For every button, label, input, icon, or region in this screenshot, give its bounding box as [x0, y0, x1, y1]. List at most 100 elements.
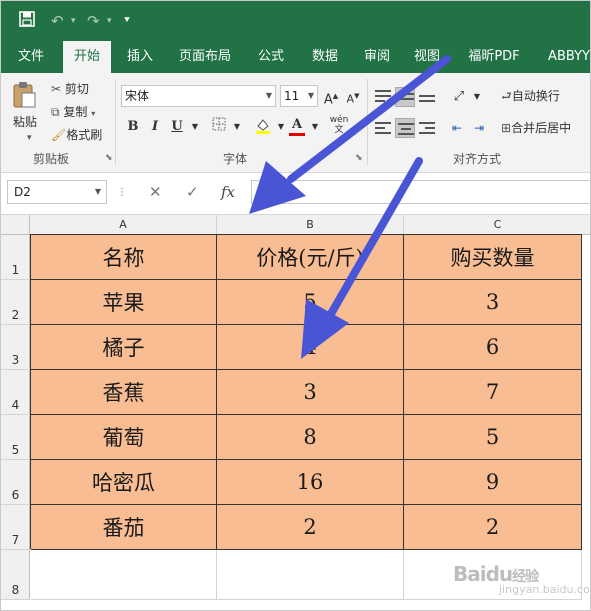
format-painter-button[interactable]: 🖌格式刷 — [51, 126, 102, 143]
borders-icon[interactable] — [209, 117, 229, 137]
tab-foxit-pdf[interactable]: 福昕PDF — [459, 41, 529, 73]
empty-cell[interactable] — [217, 550, 404, 600]
insert-function-icon[interactable]: fx — [221, 183, 235, 201]
font-size-combo[interactable]: 11 ▼ — [280, 85, 318, 107]
row-header[interactable]: 1 — [1, 235, 30, 280]
orientation-icon[interactable]: ⤢ — [449, 87, 469, 107]
table-cell[interactable]: 4 — [217, 325, 404, 370]
paste-icon[interactable] — [11, 81, 37, 112]
redo-dropdown-icon[interactable]: ▾ — [107, 11, 112, 31]
tab-review[interactable]: 审阅 — [357, 41, 397, 73]
header-cell[interactable]: 名称 — [31, 235, 217, 280]
formula-bar-grip-icon: ⋮ — [117, 187, 127, 198]
paste-dropdown-icon[interactable]: ▾ — [27, 133, 32, 143]
copy-button[interactable]: ⧉ 复制 ▾ — [51, 103, 95, 120]
phonetic-guide-icon[interactable]: wén 文 — [329, 115, 349, 135]
bold-button[interactable]: B — [123, 117, 143, 137]
tab-view[interactable]: 视图 — [407, 41, 447, 73]
tab-data[interactable]: 数据 — [303, 41, 347, 73]
font-name-value: 宋体 — [125, 89, 150, 103]
row-header[interactable]: 4 — [1, 370, 30, 415]
chevron-down-icon: ▼ — [265, 91, 272, 100]
tab-formulas[interactable]: 公式 — [249, 41, 293, 73]
tab-home[interactable]: 开始 — [63, 41, 111, 74]
undo-dropdown-icon[interactable]: ▾ — [71, 11, 76, 31]
shrink-font-button[interactable]: A▼ — [343, 86, 363, 106]
table-cell[interactable]: 6 — [404, 325, 582, 370]
wrap-text-label: 自动换行 — [511, 89, 560, 103]
table-cell[interactable]: 16 — [217, 460, 404, 505]
align-bottom-icon[interactable] — [417, 87, 437, 107]
row-header[interactable]: 7 — [1, 505, 30, 550]
increase-indent-icon[interactable]: ⇥ — [469, 118, 489, 138]
undo-icon[interactable]: ↶ — [51, 11, 64, 31]
ribbon: 粘贴 ▾ ✂ 剪切 ⧉ 复制 ▾ 🖌格式刷 剪贴板 ⬊ 宋体 ▼ 11 ▼ A▲ A… — [1, 73, 590, 173]
format-painter-label: 格式刷 — [66, 128, 103, 142]
orientation-dropdown-icon[interactable]: ▼ — [467, 87, 487, 107]
font-launcher-icon[interactable]: ⬊ — [355, 153, 363, 163]
grow-font-button[interactable]: A▲ — [321, 86, 341, 107]
table-cell[interactable]: 3 — [404, 280, 582, 325]
table-cell[interactable]: 8 — [217, 415, 404, 460]
font-name-combo[interactable]: 宋体 ▼ — [121, 85, 276, 107]
name-box[interactable]: D2 ▼ — [7, 180, 107, 204]
tab-abbyy[interactable]: ABBYY — [539, 41, 590, 73]
tab-file[interactable]: 文件 — [9, 41, 53, 73]
baidu-watermark: Baidu经验 jingyan.baidu.com — [453, 562, 590, 596]
header-cell[interactable]: 购买数量 — [404, 235, 582, 280]
decrease-indent-icon[interactable]: ⇤ — [447, 118, 467, 138]
table-cell[interactable]: 5 — [404, 415, 582, 460]
align-middle-icon[interactable] — [395, 87, 415, 107]
column-header-a[interactable]: A — [30, 215, 217, 235]
row-header[interactable]: 3 — [1, 325, 30, 370]
column-header-c[interactable]: C — [404, 215, 590, 235]
cut-button[interactable]: ✂ 剪切 — [51, 80, 89, 97]
table-cell[interactable]: 7 — [404, 370, 582, 415]
italic-button[interactable]: I — [145, 117, 165, 137]
table-cell[interactable]: 9 — [404, 460, 582, 505]
fill-color-icon[interactable] — [253, 117, 273, 137]
select-all-corner[interactable] — [1, 215, 30, 235]
paste-button[interactable]: 粘贴 — [13, 113, 37, 130]
align-right-icon[interactable] — [417, 118, 437, 138]
table-cell[interactable]: 橘子 — [31, 325, 217, 370]
table-cell[interactable]: 2 — [217, 505, 404, 550]
redo-icon[interactable]: ↷ — [87, 11, 100, 31]
table-cell[interactable]: 香蕉 — [31, 370, 217, 415]
row-header[interactable]: 2 — [1, 280, 30, 325]
merge-center-button[interactable]: ⊞合并后居中 — [501, 119, 571, 136]
customize-toolbar-icon[interactable]: ⯆ — [123, 11, 131, 31]
column-header-b[interactable]: B — [217, 215, 404, 235]
merge-icon: ⊞ — [501, 121, 512, 135]
empty-cell[interactable] — [31, 550, 217, 600]
formula-input[interactable] — [251, 180, 590, 204]
underline-button[interactable]: U — [167, 117, 187, 137]
table-cell[interactable]: 3 — [217, 370, 404, 415]
align-left-icon[interactable] — [373, 118, 393, 138]
enter-icon[interactable]: ✓ — [186, 183, 199, 201]
underline-dropdown-icon[interactable]: ▼ — [185, 117, 205, 137]
table-cell[interactable]: 苹果 — [31, 280, 217, 325]
table-cell[interactable]: 葡萄 — [31, 415, 217, 460]
table-cell[interactable]: 哈密瓜 — [31, 460, 217, 505]
copy-dropdown-icon[interactable]: ▾ — [91, 109, 95, 118]
cancel-icon[interactable]: ✕ — [149, 183, 162, 201]
chevron-down-icon: ▼ — [307, 91, 314, 100]
table-cell[interactable]: 5 — [217, 280, 404, 325]
row-header[interactable]: 8 — [1, 550, 30, 600]
borders-dropdown-icon[interactable]: ▼ — [227, 117, 247, 137]
font-color-icon[interactable]: A — [287, 115, 307, 136]
font-color-dropdown-icon[interactable]: ▼ — [305, 117, 325, 137]
wrap-text-button[interactable]: ⮐自动换行 — [501, 87, 560, 108]
table-cell[interactable]: 2 — [404, 505, 582, 550]
tab-page-layout[interactable]: 页面布局 — [173, 41, 237, 73]
row-header[interactable]: 6 — [1, 460, 30, 505]
align-top-icon[interactable] — [373, 87, 393, 107]
row-header[interactable]: 5 — [1, 415, 30, 460]
tab-insert[interactable]: 插入 — [118, 41, 162, 73]
table-cell[interactable]: 番茄 — [31, 505, 217, 550]
clipboard-launcher-icon[interactable]: ⬊ — [105, 153, 113, 163]
save-icon[interactable] — [19, 11, 35, 31]
align-center-icon[interactable] — [395, 118, 415, 138]
header-cell[interactable]: 价格(元/斤) — [217, 235, 404, 280]
